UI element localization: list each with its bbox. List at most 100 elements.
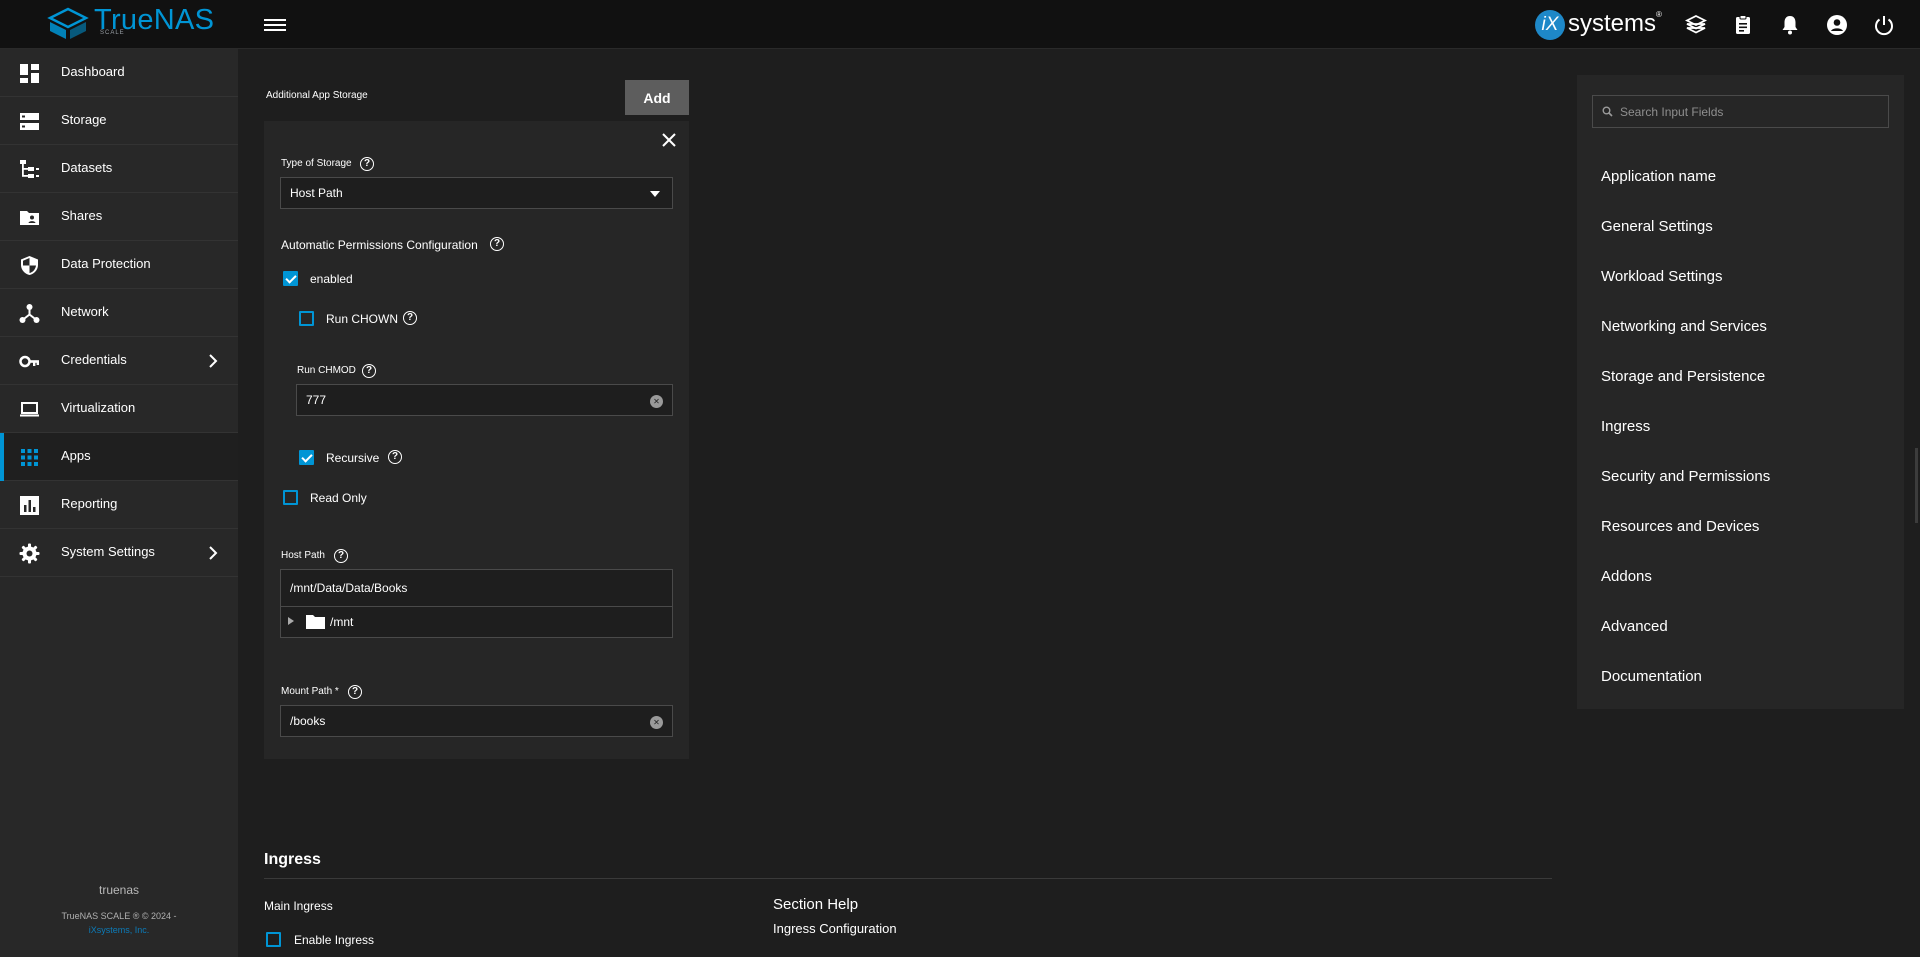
copyright-text: TrueNAS SCALE ® © 2024 - (61, 911, 177, 921)
nav-link-networking-and-services[interactable]: Networking and Services (1601, 318, 1767, 335)
type-of-storage-select[interactable]: Host Path (280, 177, 673, 209)
main-ingress-label: Main Ingress (264, 899, 333, 913)
add-storage-button[interactable]: Add (625, 80, 689, 115)
hostname: truenas (98, 883, 140, 897)
datasets-tree-icon (20, 160, 39, 178)
help-icon[interactable]: ? (388, 450, 402, 464)
storage-entry-card (264, 121, 689, 759)
nav-link-workload-settings[interactable]: Workload Settings (1601, 268, 1722, 285)
auto-permissions-label: Automatic Permissions Configuration (281, 238, 478, 252)
nav-link-addons[interactable]: Addons (1601, 568, 1652, 585)
tree-node-label: /mnt (330, 615, 354, 629)
laptop-icon (20, 402, 39, 417)
sidebar-item-label: Virtualization (61, 400, 136, 415)
nav-link-advanced[interactable]: Advanced (1601, 618, 1668, 635)
additional-app-storage-label: Additional App Storage (266, 90, 368, 101)
run-chown-label: Run CHOWN (326, 312, 399, 326)
sidebar-item-data-protection[interactable]: Data Protection (0, 241, 238, 289)
type-of-storage-value: Host Path (290, 186, 343, 200)
nav-link-storage-and-persistence[interactable]: Storage and Persistence (1601, 368, 1765, 385)
type-of-storage-label: Type of Storage (281, 158, 352, 169)
sidebar-item-label: Reporting (61, 496, 118, 511)
sidebar-item-credentials[interactable]: Credentials (0, 337, 238, 385)
nav-link-documentation[interactable]: Documentation (1601, 668, 1702, 685)
help-icon[interactable]: ? (348, 685, 362, 699)
host-path-label: Host Path (281, 550, 325, 561)
sidebar-item-label: Network (61, 304, 109, 319)
nav-link-ingress[interactable]: Ingress (1601, 418, 1650, 435)
recursive-checkbox[interactable] (299, 450, 314, 465)
ixsystems-link[interactable]: iXsystems, Inc. (0, 925, 238, 935)
scrollbar-thumb[interactable] (1915, 448, 1918, 523)
nav-link-security-and-permissions[interactable]: Security and Permissions (1601, 468, 1770, 485)
truecommand-icon[interactable] (1685, 14, 1707, 36)
security-shield-icon (21, 256, 38, 275)
menu-toggle-button[interactable] (264, 16, 286, 34)
search-input[interactable] (1620, 96, 1880, 127)
sidebar-item-label: Data Protection (61, 256, 151, 271)
apps-grid-icon (21, 449, 38, 466)
recursive-label: Recursive (326, 451, 380, 465)
host-path-value: /mnt/Data/Data/Books (290, 581, 408, 595)
help-icon[interactable]: ? (360, 157, 374, 171)
sidebar-item-label: Shares (61, 208, 103, 223)
enabled-checkbox[interactable] (283, 271, 298, 286)
logo-subtitle: SCALE (100, 30, 125, 36)
sidebar-item-label: Apps (61, 448, 91, 463)
sidebar-item-label: System Settings (61, 544, 155, 559)
sidebar: Dashboard Storage Datasets Shares Data P… (0, 49, 238, 957)
expand-arrow-icon[interactable] (288, 617, 294, 625)
ixsystems-brand-text: systems® (1568, 10, 1662, 37)
ingress-section-title: Ingress (264, 851, 321, 868)
folder-icon (306, 615, 325, 629)
storage-icon (20, 113, 39, 130)
power-icon[interactable] (1873, 14, 1895, 36)
help-icon[interactable]: ? (403, 311, 417, 325)
search-icon (1602, 106, 1613, 117)
section-help-title: Section Help (773, 896, 859, 913)
sidebar-item-shares[interactable]: Shares (0, 193, 238, 241)
shared-folder-icon (20, 211, 39, 225)
mount-path-value: /books (290, 714, 326, 728)
mount-path-label: Mount Path * (281, 686, 339, 697)
nav-link-resources-and-devices[interactable]: Resources and Devices (1601, 518, 1759, 535)
sidebar-item-reporting[interactable]: Reporting (0, 481, 238, 529)
sidebar-item-label: Storage (61, 112, 107, 127)
run-chown-checkbox[interactable] (299, 311, 314, 326)
gear-icon (19, 543, 40, 564)
sidebar-item-apps[interactable]: Apps (0, 433, 238, 481)
section-divider (264, 878, 1552, 879)
account-circle-icon[interactable] (1826, 14, 1848, 36)
chevron-right-icon (209, 546, 218, 560)
nav-link-application-name[interactable]: Application name (1601, 168, 1716, 185)
sidebar-item-network[interactable]: Network (0, 289, 238, 337)
sidebar-item-label: Dashboard (61, 64, 125, 79)
clear-input-icon[interactable] (650, 716, 663, 729)
bar-chart-icon (20, 496, 39, 515)
sidebar-item-dashboard[interactable]: Dashboard (0, 49, 238, 97)
sidebar-item-system-settings[interactable]: System Settings (0, 529, 238, 577)
help-icon[interactable]: ? (334, 549, 348, 563)
mount-path-input[interactable]: /books (280, 705, 673, 737)
sidebar-item-storage[interactable]: Storage (0, 97, 238, 145)
sidebar-item-label: Datasets (61, 160, 113, 175)
run-chmod-value: 777 (306, 393, 327, 407)
jobs-clipboard-icon[interactable] (1732, 14, 1754, 36)
host-path-input[interactable]: /mnt/Data/Data/Books (280, 569, 673, 607)
close-icon[interactable] (660, 131, 678, 149)
nav-link-general-settings[interactable]: General Settings (1601, 218, 1713, 235)
sidebar-item-datasets[interactable]: Datasets (0, 145, 238, 193)
key-icon (19, 355, 39, 368)
help-icon[interactable]: ? (362, 364, 376, 378)
run-chmod-input[interactable]: 777 (296, 384, 673, 416)
read-only-checkbox[interactable] (283, 490, 298, 505)
enable-ingress-checkbox[interactable] (266, 932, 281, 947)
search-input-fields[interactable] (1592, 95, 1889, 128)
enabled-label: enabled (310, 272, 353, 286)
caret-down-icon (650, 191, 660, 197)
clear-input-icon[interactable] (650, 395, 663, 408)
tree-node-mnt[interactable]: /mnt (280, 607, 673, 638)
sidebar-item-virtualization[interactable]: Virtualization (0, 385, 238, 433)
help-icon[interactable]: ? (490, 237, 504, 251)
notifications-bell-icon[interactable] (1779, 14, 1801, 36)
